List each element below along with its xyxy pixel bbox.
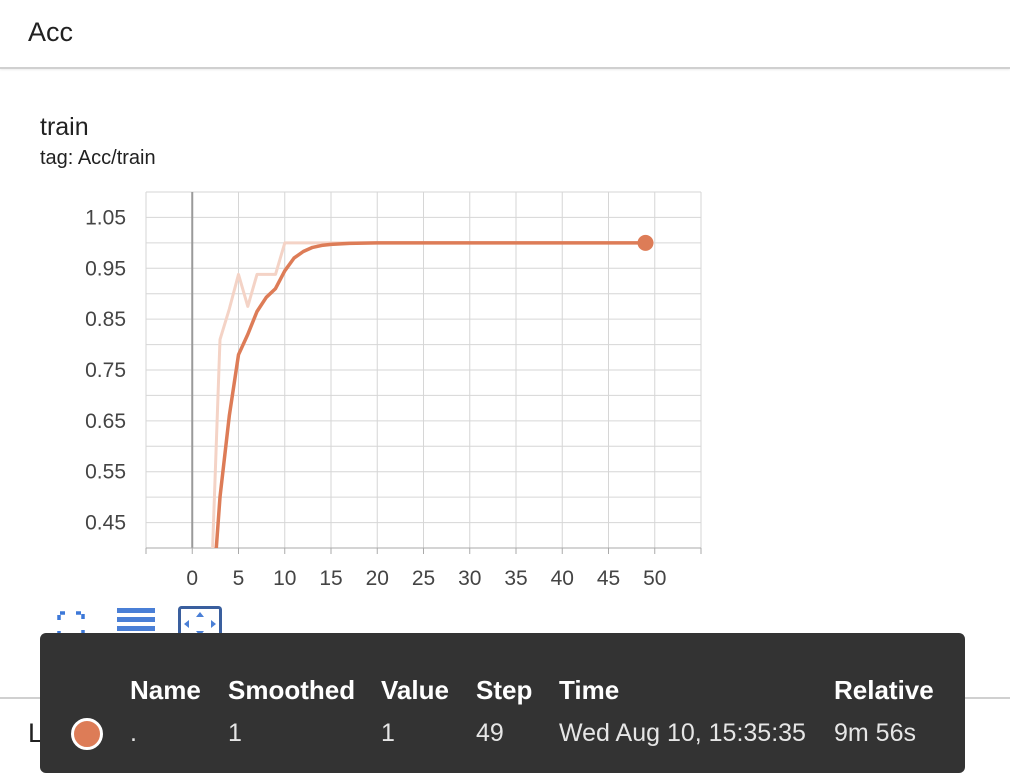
y-tick-label: 0.85	[85, 308, 126, 331]
y-tick-label: 1.05	[85, 206, 126, 229]
y-tick-label: 0.45	[85, 512, 126, 535]
x-tick-label: 10	[273, 567, 296, 590]
x-tick-label: 0	[186, 567, 198, 590]
tooltip-header-value: Value	[381, 675, 449, 705]
tooltip-cell-time: Wed Aug 10, 15:35:35	[559, 719, 806, 747]
y-tick-label: 0.75	[85, 359, 126, 382]
series-color-swatch	[71, 718, 103, 750]
x-tick-label: 35	[504, 567, 527, 590]
x-tick-label: 25	[412, 567, 435, 590]
x-tick-label: 20	[366, 567, 389, 590]
tooltip-header-step: Step	[476, 675, 533, 705]
x-tick-label: 45	[597, 567, 620, 590]
tooltip-header-time: Time	[559, 675, 620, 705]
y-tick-label: 0.55	[85, 461, 126, 484]
tooltip-header-name: Name	[130, 675, 201, 705]
x-tick-label: 40	[551, 567, 574, 590]
tooltip-cell-name: .	[130, 719, 137, 747]
x-tick-label: 15	[319, 567, 342, 590]
tooltip-cell-step: 49	[476, 719, 504, 747]
x-tick-label: 5	[233, 567, 245, 590]
data-tooltip: Name Smoothed Value Step Time Relative .…	[40, 633, 965, 773]
y-tick-label: 0.65	[85, 410, 126, 433]
y-tick-label: 0.95	[85, 257, 126, 280]
tooltip-cell-value: 1	[381, 719, 395, 747]
tooltip-header-smoothed: Smoothed	[228, 675, 356, 705]
x-tick-label: 30	[458, 567, 481, 590]
highlight-point	[637, 234, 654, 251]
tooltip-cell-smoothed: 1	[228, 719, 242, 747]
tooltip-header-relative: Relative	[834, 675, 934, 705]
tooltip-cell-relative: 9m 56s	[834, 719, 916, 747]
x-tick-label: 50	[643, 567, 666, 590]
